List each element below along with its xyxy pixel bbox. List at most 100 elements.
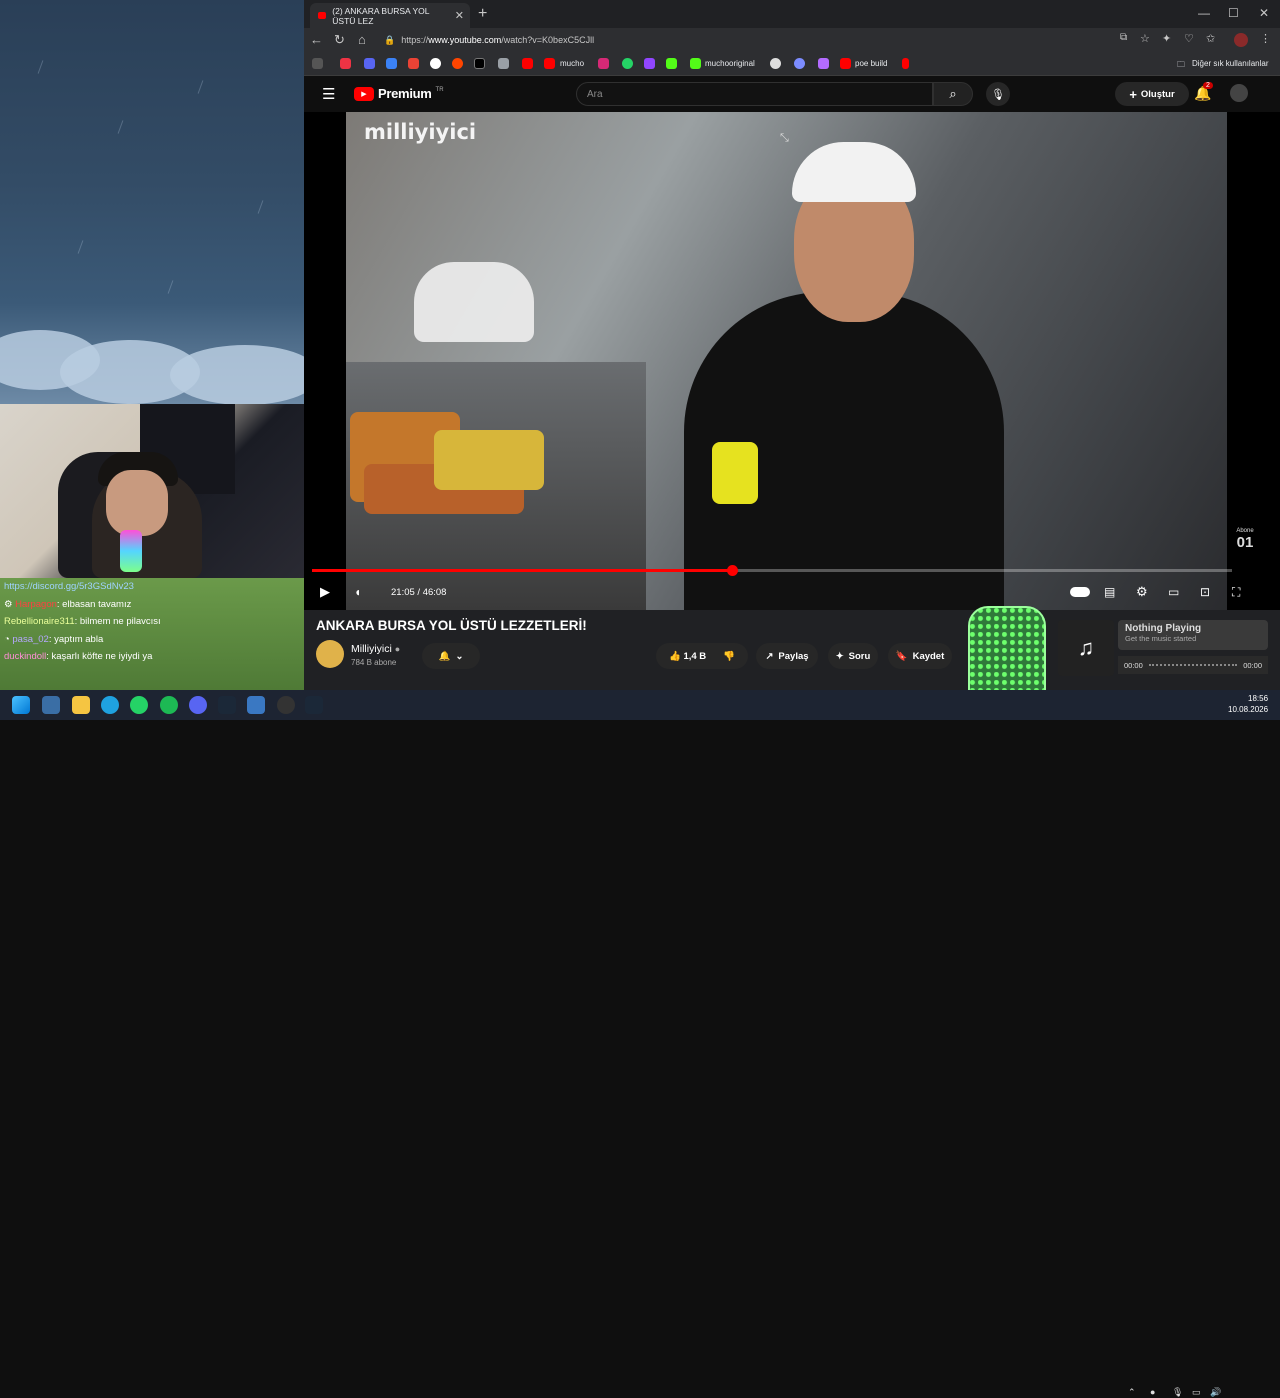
youtube-icon[interactable]: [902, 58, 909, 69]
profile-avatar[interactable]: [1234, 33, 1248, 47]
whatsapp-icon[interactable]: [130, 696, 148, 714]
spotify-icon[interactable]: [160, 696, 178, 714]
subscribe-badge[interactable]: Abone 01: [1231, 528, 1259, 556]
maximize-icon[interactable]: ☐: [1228, 6, 1239, 20]
avatar[interactable]: [1230, 84, 1248, 102]
network-icon[interactable]: ▭: [1192, 1387, 1201, 1398]
steam-icon[interactable]: [305, 696, 323, 714]
progress-played: [312, 569, 732, 572]
thumbs-up-icon: 👍: [668, 650, 681, 662]
discord-icon[interactable]: [189, 696, 207, 714]
reddit-icon[interactable]: [452, 58, 463, 69]
music-note-icon: ♫: [1058, 620, 1114, 676]
thumbs-down-icon[interactable]: 👎: [723, 651, 735, 662]
clock-time: 18:56: [1248, 694, 1269, 703]
cast-icon[interactable]: ⊡: [1200, 582, 1210, 602]
kick-icon[interactable]: [690, 58, 701, 69]
search-input[interactable]: Ara: [576, 82, 933, 106]
chat-message: : elbasan tavamız: [56, 598, 132, 610]
tray-app-icon[interactable]: ●: [1150, 1387, 1155, 1397]
bookmark-poe-build[interactable]: poe build: [855, 59, 887, 68]
browser-essentials-icon[interactable]: ♡: [1184, 32, 1194, 45]
bookmark-icon[interactable]: [340, 58, 351, 69]
bookmark-icon[interactable]: [770, 58, 781, 69]
create-button[interactable]: + Oluştur: [1115, 82, 1189, 106]
close-window-icon[interactable]: ✕: [1259, 6, 1269, 20]
video-player[interactable]: milliyiyici ⤡ Abone 01 ▶ ◖ 21:05 / 46:08…: [304, 112, 1280, 610]
steam-icon[interactable]: [218, 696, 236, 714]
voice-search-icon[interactable]: 🎙: [986, 82, 1010, 106]
play-icon: ▶: [320, 584, 330, 599]
bookmark-mucho[interactable]: mucho: [560, 59, 584, 68]
save-button[interactable]: 🔖 Kaydet: [888, 643, 952, 669]
extensions-icon[interactable]: ✦: [1162, 32, 1171, 45]
other-bookmarks[interactable]: Diğer sık kullanılanlar: [1192, 59, 1268, 68]
bookmark-icon[interactable]: [794, 58, 805, 69]
back-icon[interactable]: ←: [310, 32, 323, 47]
tab-youtube[interactable]: (2) ANKARA BURSA YOL ÜSTÜ LEZ ✕: [310, 3, 470, 28]
channel-name[interactable]: Milliyiyici ●: [351, 643, 400, 655]
youtube-logo[interactable]: ▶ Premium TR: [354, 86, 444, 101]
now-playing-title: Nothing Playing: [1125, 623, 1202, 634]
youtube-icon[interactable]: [544, 58, 555, 69]
twitch-icon[interactable]: [644, 58, 655, 69]
close-tab-icon[interactable]: ✕: [455, 9, 464, 22]
new-tab-icon[interactable]: +: [478, 5, 487, 23]
play-button[interactable]: ▶: [320, 582, 330, 602]
favorite-star-icon[interactable]: ☆: [1140, 32, 1150, 45]
windows-start-icon[interactable]: [12, 696, 30, 714]
progress-scrubber[interactable]: [726, 565, 738, 576]
whatsapp-icon[interactable]: [622, 58, 633, 69]
volume-button[interactable]: ◖: [354, 582, 361, 602]
subtitles-icon[interactable]: ▤: [1104, 582, 1115, 602]
file-explorer-icon[interactable]: [72, 696, 90, 714]
autoplay-toggle[interactable]: [1070, 582, 1090, 602]
kick-icon[interactable]: [666, 58, 677, 69]
x-icon[interactable]: [474, 58, 485, 69]
widgets-icon[interactable]: [42, 696, 60, 714]
speaker-icon[interactable]: 🔊: [1210, 1387, 1221, 1398]
instagram-icon[interactable]: [598, 58, 609, 69]
bookmark-muchooriginal[interactable]: muchooriginal: [705, 59, 755, 68]
reload-icon[interactable]: ↻: [334, 32, 345, 48]
like-button[interactable]: 👍 1,4 B: [669, 651, 706, 662]
chat-line: Rebellionaire311: bilmem ne pilavcısı: [4, 613, 300, 631]
bookmark-icon[interactable]: [312, 58, 323, 69]
gmail-icon[interactable]: [408, 58, 419, 69]
youtube-icon[interactable]: [522, 58, 533, 69]
now-playing-progress: 00:00 00:00: [1118, 656, 1268, 674]
menu-dots-icon[interactable]: ⋮: [1260, 32, 1271, 45]
youtube-icon[interactable]: [840, 58, 851, 69]
miniplayer-toggle-icon[interactable]: ⤡: [780, 132, 789, 145]
other-bookmarks-icon[interactable]: 🗀: [1177, 59, 1185, 73]
tray-chevron-icon[interactable]: ⌃: [1128, 1387, 1136, 1398]
google-icon[interactable]: [430, 58, 441, 69]
app-icon[interactable]: [247, 696, 265, 714]
channel-avatar[interactable]: [316, 640, 344, 668]
hamburger-menu-icon[interactable]: ☰: [322, 85, 335, 103]
home-icon[interactable]: ⌂: [358, 32, 366, 47]
favorites-icon[interactable]: ✩: [1206, 32, 1215, 45]
subscribe-notify-button[interactable]: 🔔 ⌄: [422, 643, 480, 669]
sparkle-icon: ✦: [835, 650, 844, 662]
progress-bar[interactable]: [312, 569, 1232, 572]
url-domain: www.youtube.com: [428, 35, 502, 45]
settings-gear-icon[interactable]: ⚙: [1136, 582, 1148, 602]
obs-icon[interactable]: [277, 696, 295, 714]
microphone-icon[interactable]: 🎙: [1172, 1387, 1183, 1398]
miniplayer-icon[interactable]: ▭: [1168, 582, 1179, 602]
search-button[interactable]: ⌕: [933, 82, 973, 106]
share-button[interactable]: ↗ Paylaş: [756, 643, 818, 669]
bookmark-icon[interactable]: [386, 58, 397, 69]
taskbar-clock[interactable]: 18:56 10.08.2026: [1228, 693, 1268, 715]
edge-icon[interactable]: [101, 696, 119, 714]
split-screen-icon[interactable]: ⧉: [1120, 32, 1127, 43]
fullscreen-icon[interactable]: ⛶: [1232, 582, 1240, 602]
minimize-icon[interactable]: —: [1198, 6, 1210, 20]
chat-line: duckindoll: kaşarlı köfte ne iyiydi ya: [4, 648, 300, 666]
bookmark-icon[interactable]: [364, 58, 375, 69]
bookmark-icon[interactable]: [498, 58, 509, 69]
bookmark-icon[interactable]: [818, 58, 829, 69]
ask-button[interactable]: ✦ Soru: [828, 643, 878, 669]
url-field[interactable]: 🔒 https://www.youtube.com/watch?v=K0bexC…: [384, 30, 1104, 50]
